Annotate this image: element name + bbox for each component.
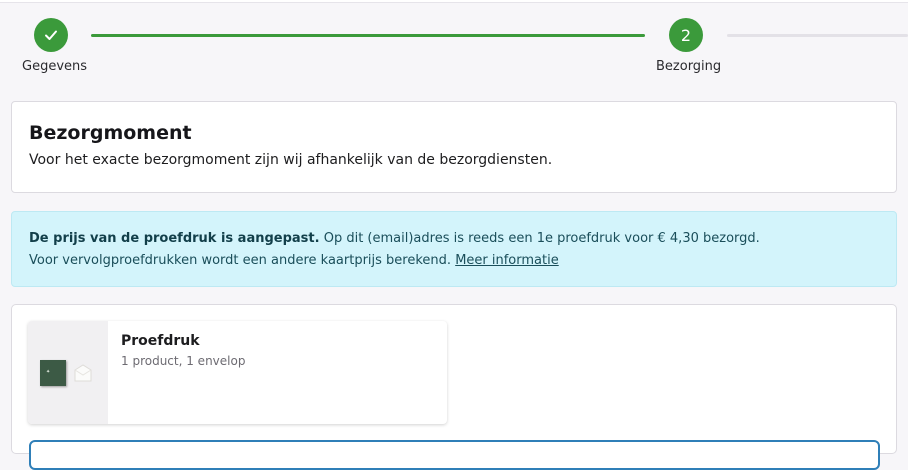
- bezorgmoment-card: Bezorgmoment Voor het exacte bezorgmomen…: [11, 101, 897, 193]
- progress-bar-completed: [91, 34, 645, 37]
- step-gegevens-circle[interactable]: [34, 18, 68, 52]
- card-preview-image: ✦: [40, 360, 66, 386]
- step-bezorging-label: Bezorging: [656, 59, 722, 74]
- step-gegevens-label[interactable]: Gegevens: [22, 59, 87, 74]
- product-thumbnail: ✦: [28, 321, 108, 424]
- product-title: Proefdruk: [121, 333, 200, 349]
- notice-line-2: Voor vervolgproefdrukken wordt een ander…: [29, 250, 879, 272]
- product-card[interactable]: ✦ Proefdruk 1 product, 1 envelop: [28, 321, 447, 424]
- checkout-stepper: Gegevens 2 Bezorging: [0, 0, 908, 90]
- notice-line-1: De prijs van de proefdruk is aangepast. …: [29, 228, 879, 250]
- bezorgmoment-title: Bezorgmoment: [29, 122, 192, 144]
- order-panel: ✦ Proefdruk 1 product, 1 envelop: [11, 304, 897, 470]
- product-subtitle: 1 product, 1 envelop: [121, 354, 246, 368]
- step-bezorging-circle: 2: [669, 18, 703, 52]
- envelope-icon: [74, 364, 92, 382]
- notice-bold: De prijs van de proefdruk is aangepast.: [29, 231, 320, 246]
- notice-text-1: Op dit (email)adres is reeds een 1e proe…: [319, 231, 760, 246]
- price-notice-banner: De prijs van de proefdruk is aangepast. …: [11, 211, 897, 287]
- more-info-link[interactable]: Meer informatie: [455, 253, 559, 268]
- progress-bar-remaining: [727, 34, 908, 37]
- bezorgmoment-text: Voor het exacte bezorgmoment zijn wij af…: [29, 152, 553, 168]
- delivery-option-box[interactable]: [29, 440, 880, 470]
- notice-text-2: Voor vervolgproefdrukken wordt een ander…: [29, 253, 456, 268]
- check-icon: [45, 30, 57, 40]
